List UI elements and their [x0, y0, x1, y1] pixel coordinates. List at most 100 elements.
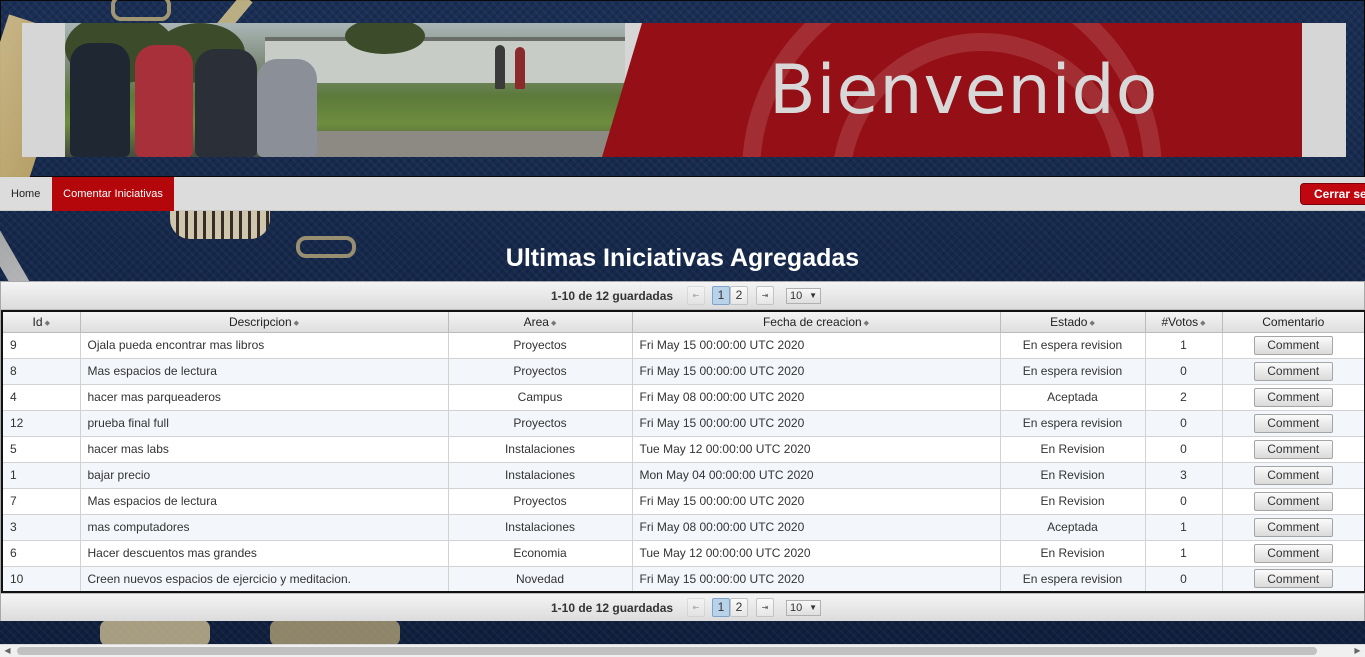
- table-row: 5 hacer mas labs Instalaciones Tue May 1…: [1, 435, 1365, 463]
- comment-button[interactable]: Comment: [1253, 387, 1333, 407]
- cell-fecha: Fri May 15 00:00:00 UTC 2020: [631, 565, 1001, 593]
- scroll-right-icon[interactable]: ▶: [1350, 645, 1365, 657]
- comment-button[interactable]: Comment: [1253, 491, 1333, 511]
- nav-item-comentar-iniciativas[interactable]: Comentar Iniciativas: [52, 177, 174, 211]
- cell-votos: 3: [1144, 461, 1223, 489]
- logout-button[interactable]: Cerrar sesión: [1300, 183, 1365, 205]
- paginator-top: 1-10 de 12 guardadas ⇤ 1 2 ⇥ 10 ▼: [1, 282, 1364, 310]
- students-photo: [65, 23, 625, 157]
- last-page-icon[interactable]: ⇥: [756, 598, 774, 617]
- cell-comentario: Comment: [1221, 409, 1365, 437]
- page-button-1[interactable]: 1: [712, 286, 730, 305]
- sort-icon: ◆: [293, 319, 300, 327]
- cell-area: Economia: [447, 539, 633, 567]
- column-header-fecha[interactable]: Fecha de creacion ◆: [631, 310, 1001, 333]
- cell-id: 6: [1, 539, 81, 567]
- chevron-down-icon: ▼: [809, 291, 817, 300]
- first-page-icon[interactable]: ⇤: [687, 598, 705, 617]
- cell-votos: 0: [1144, 409, 1223, 437]
- cell-id: 4: [1, 383, 81, 411]
- page-button-1[interactable]: 1: [712, 598, 730, 617]
- table-row: 7 Mas espacios de lectura Proyectos Fri …: [1, 487, 1365, 515]
- page-button-2[interactable]: 2: [730, 598, 748, 617]
- chevron-down-icon: ▼: [809, 603, 817, 612]
- cell-descripcion: mas computadores: [79, 513, 449, 541]
- cell-comentario: Comment: [1221, 539, 1365, 567]
- comment-button[interactable]: Comment: [1253, 517, 1333, 537]
- paginator-bottom: 1-10 de 12 guardadas ⇤ 1 2 ⇥ 10 ▼: [1, 593, 1364, 621]
- table-row: 10 Creen nuevos espacios de ejercicio y …: [1, 565, 1365, 593]
- table-row: 8 Mas espacios de lectura Proyectos Fri …: [1, 357, 1365, 385]
- rows-per-page-select[interactable]: 10 ▼: [786, 600, 821, 616]
- comment-button[interactable]: Comment: [1253, 465, 1333, 485]
- column-label: Estado: [1050, 314, 1088, 329]
- cell-area: Proyectos: [447, 357, 633, 385]
- first-page-icon[interactable]: ⇤: [687, 286, 705, 305]
- sort-icon: ◆: [1200, 319, 1206, 327]
- cell-estado: En espera revision: [999, 409, 1146, 437]
- iniciativas-datatable: 1-10 de 12 guardadas ⇤ 1 2 ⇥ 10 ▼ Id ◆ De…: [0, 281, 1365, 621]
- comment-button[interactable]: Comment: [1253, 569, 1333, 589]
- nav-item-home[interactable]: Home: [1, 177, 50, 211]
- cell-area: Proyectos: [447, 331, 633, 359]
- banner-title: Bienvenido: [769, 51, 1159, 130]
- cell-id: 3: [1, 513, 81, 541]
- column-label: Area: [523, 314, 549, 329]
- column-header-comentario: Comentario: [1221, 310, 1365, 333]
- cell-descripcion: Mas espacios de lectura: [79, 487, 449, 515]
- page-title: Ultimas Iniciativas Agregadas: [505, 244, 860, 272]
- cell-descripcion: hacer mas labs: [79, 435, 449, 463]
- last-page-icon[interactable]: ⇥: [756, 286, 774, 305]
- column-label: #Votos: [1161, 314, 1199, 329]
- rows-per-page-value: 10: [790, 602, 803, 614]
- horizontal-scrollbar[interactable]: ◀ ▶: [0, 644, 1365, 657]
- column-header-id[interactable]: Id ◆: [1, 310, 81, 333]
- cell-comentario: Comment: [1221, 513, 1365, 541]
- cell-estado: En Revision: [999, 435, 1146, 463]
- cell-comentario: Comment: [1221, 487, 1365, 515]
- cell-votos: 0: [1144, 435, 1223, 463]
- cell-id: 8: [1, 357, 81, 385]
- comment-button[interactable]: Comment: [1253, 413, 1333, 433]
- header-banner: Bienvenido: [0, 0, 1365, 198]
- table-row: 6 Hacer descuentos mas grandes Economia …: [1, 539, 1365, 567]
- cell-area: Proyectos: [447, 409, 633, 437]
- table-header-row: Id ◆ Descripcion ◆ Area ◆ Fecha de creacion…: [1, 310, 1365, 333]
- comment-button[interactable]: Comment: [1253, 361, 1333, 381]
- column-label: Id: [32, 314, 43, 329]
- column-header-area[interactable]: Area ◆: [447, 310, 633, 333]
- cell-fecha: Fri May 08 00:00:00 UTC 2020: [631, 513, 1001, 541]
- comment-button[interactable]: Comment: [1253, 335, 1333, 355]
- cell-id: 7: [1, 487, 81, 515]
- cell-fecha: Fri May 15 00:00:00 UTC 2020: [631, 487, 1001, 515]
- binder-clip-decoration: [270, 620, 400, 646]
- cell-area: Instalaciones: [447, 461, 633, 489]
- paginator-report: 1-10 de 12 guardadas: [551, 601, 674, 615]
- cell-id: 9: [1, 331, 81, 359]
- cell-descripcion: prueba final full: [79, 409, 449, 437]
- cell-votos: 2: [1144, 383, 1223, 411]
- column-header-votos[interactable]: #Votos ◆: [1144, 310, 1223, 333]
- scrollbar-thumb[interactable]: [17, 647, 1317, 655]
- cell-estado: En Revision: [999, 539, 1146, 567]
- cell-descripcion: Creen nuevos espacios de ejercicio y med…: [79, 565, 449, 593]
- cell-votos: 1: [1144, 513, 1223, 541]
- comment-button[interactable]: Comment: [1253, 543, 1333, 563]
- cell-fecha: Mon May 04 00:00:00 UTC 2020: [631, 461, 1001, 489]
- paginator-report: 1-10 de 12 guardadas: [551, 289, 674, 303]
- iniciativas-table: Id ◆ Descripcion ◆ Area ◆ Fecha de creacion…: [1, 310, 1365, 593]
- sort-icon: ◆: [863, 319, 870, 327]
- tape-measure-decoration: [170, 211, 270, 239]
- table-row: 4 hacer mas parqueaderos Campus Fri May …: [1, 383, 1365, 411]
- cell-comentario: Comment: [1221, 383, 1365, 411]
- column-header-descripcion[interactable]: Descripcion ◆: [79, 310, 449, 333]
- cell-area: Proyectos: [447, 487, 633, 515]
- page-button-2[interactable]: 2: [730, 286, 748, 305]
- scroll-left-icon[interactable]: ◀: [0, 645, 15, 657]
- rows-per-page-select[interactable]: 10 ▼: [786, 288, 821, 304]
- comment-button[interactable]: Comment: [1253, 439, 1333, 459]
- cell-estado: Aceptada: [999, 513, 1146, 541]
- cell-fecha: Fri May 08 00:00:00 UTC 2020: [631, 383, 1001, 411]
- sort-icon: ◆: [550, 319, 557, 327]
- column-header-estado[interactable]: Estado ◆: [999, 310, 1146, 333]
